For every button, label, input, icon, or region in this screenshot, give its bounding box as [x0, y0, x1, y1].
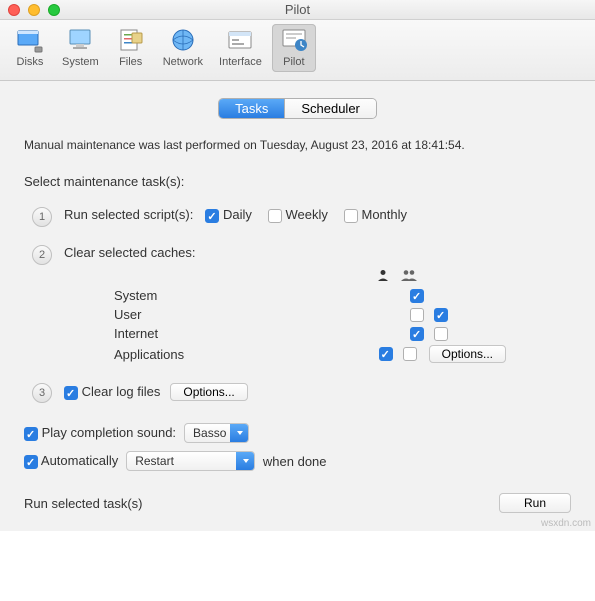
tab-segmented-control: Tasks Scheduler — [219, 99, 376, 118]
cache-row-system: System — [114, 286, 506, 305]
step-3-badge: 3 — [32, 383, 52, 403]
internet-single-checkbox[interactable] — [410, 327, 424, 341]
apps-all-checkbox[interactable] — [403, 347, 417, 361]
disks-icon — [14, 26, 46, 54]
cache-label: System — [114, 288, 274, 303]
step-1-badge: 1 — [32, 207, 52, 227]
cache-label: Applications — [114, 347, 274, 362]
clear-logs-option[interactable]: Clear log files — [64, 384, 160, 400]
toolbar-network[interactable]: Network — [157, 24, 209, 72]
all-users-icon — [400, 268, 414, 282]
daily-checkbox[interactable] — [205, 209, 219, 223]
scripts-label: Run selected script(s): — [64, 207, 193, 222]
cache-label: User — [114, 307, 274, 322]
tab-scheduler[interactable]: Scheduler — [284, 99, 376, 118]
auto-suffix-label: when done — [263, 454, 327, 469]
completion-sound-value: Basso — [184, 423, 249, 443]
apps-single-checkbox[interactable] — [379, 347, 393, 361]
toolbar-files[interactable]: Files — [109, 24, 153, 72]
daily-option[interactable]: Daily — [205, 207, 252, 223]
cache-row-user: User — [114, 305, 506, 324]
run-button[interactable]: Run — [499, 493, 571, 513]
toolbar-label: Network — [163, 56, 203, 68]
caches-label: Clear selected caches: — [64, 245, 196, 260]
toolbar-disks[interactable]: Disks — [8, 24, 52, 72]
clear-logs-checkbox[interactable] — [64, 386, 78, 400]
system-icon — [64, 26, 96, 54]
cache-label: Internet — [114, 326, 274, 341]
files-icon — [115, 26, 147, 54]
watermark: wsxdn.com — [541, 518, 591, 529]
cache-row-applications: Applications Options... — [114, 343, 506, 365]
toolbar-pilot[interactable]: Pilot — [272, 24, 316, 72]
cache-column-header — [114, 268, 438, 282]
toolbar-system[interactable]: System — [56, 24, 105, 72]
weekly-option[interactable]: Weekly — [268, 207, 328, 223]
section-title: Select maintenance task(s): — [24, 174, 571, 189]
user-single-checkbox[interactable] — [410, 308, 424, 322]
window-titlebar: Pilot — [0, 0, 595, 20]
user-all-checkbox[interactable] — [434, 308, 448, 322]
single-user-icon — [376, 268, 390, 282]
tab-tasks[interactable]: Tasks — [219, 99, 284, 118]
toolbar-label: Pilot — [283, 56, 304, 68]
interface-icon — [224, 26, 256, 54]
auto-action-value: Restart — [126, 451, 255, 471]
weekly-checkbox[interactable] — [268, 209, 282, 223]
run-label: Run selected task(s) — [24, 496, 143, 511]
monthly-checkbox[interactable] — [344, 209, 358, 223]
monthly-option[interactable]: Monthly — [344, 207, 407, 223]
pilot-icon — [278, 26, 310, 54]
completion-sound-checkbox[interactable] — [24, 427, 38, 441]
last-run-status: Manual maintenance was last performed on… — [24, 138, 571, 152]
cache-row-internet: Internet — [114, 324, 506, 343]
system-single-checkbox[interactable] — [410, 289, 424, 303]
automatically-option[interactable]: Automatically — [24, 453, 118, 469]
completion-sound-select[interactable]: Basso — [184, 423, 249, 443]
toolbar-label: System — [62, 56, 99, 68]
internet-all-checkbox[interactable] — [434, 327, 448, 341]
window-title: Pilot — [0, 2, 595, 17]
automatically-checkbox[interactable] — [24, 455, 38, 469]
apps-options-button[interactable]: Options... — [429, 345, 506, 363]
content-pane: Tasks Scheduler Manual maintenance was l… — [0, 81, 595, 531]
toolbar-label: Interface — [219, 56, 262, 68]
step-2-badge: 2 — [32, 245, 52, 265]
main-toolbar: Disks System Files Network Interface Pil… — [0, 20, 595, 81]
toolbar-interface[interactable]: Interface — [213, 24, 268, 72]
auto-action-select[interactable]: Restart — [126, 451, 255, 471]
completion-sound-option[interactable]: Play completion sound: — [24, 425, 176, 441]
logs-options-button[interactable]: Options... — [170, 383, 247, 401]
toolbar-label: Disks — [17, 56, 44, 68]
toolbar-label: Files — [119, 56, 142, 68]
network-icon — [167, 26, 199, 54]
